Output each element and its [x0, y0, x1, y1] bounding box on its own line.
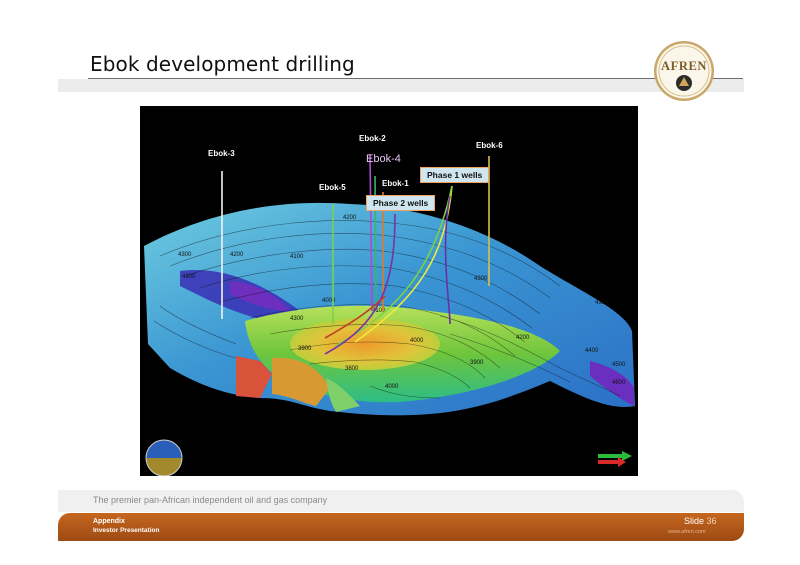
contour-label: 4000	[385, 384, 399, 390]
contour-label: 4000	[322, 298, 336, 304]
contour-label: 4300	[290, 316, 304, 322]
orientation-globe-icon	[145, 439, 183, 476]
website-url: www.afren.com	[668, 529, 706, 535]
contour-label: 4300	[182, 274, 196, 280]
contour-label: 4200	[516, 335, 530, 341]
footer-document: Investor Presentation	[93, 527, 160, 534]
slide-number-value: 36	[706, 516, 717, 526]
logo-text: AFREN	[660, 59, 708, 73]
contour-label: 4400	[585, 348, 599, 354]
axis-arrows-icon	[598, 451, 632, 467]
callout-phase-1-wells: Phase 1 wells	[420, 167, 490, 183]
contour-label: 4300	[474, 276, 488, 282]
well-label-ebok-3: Ebok-3	[208, 149, 235, 158]
callout-phase-2-wells: Phase 2 wells	[366, 195, 436, 211]
contour-label: 4600	[612, 380, 626, 386]
contour-label: 4000	[410, 338, 424, 344]
afren-logo: AFREN	[653, 40, 715, 102]
contour-label: 4200	[230, 252, 244, 258]
contour-label: 4300	[178, 252, 192, 258]
reservoir-map-figure: 4200 4200 4300 4100 4300 4000 4300 4100 …	[140, 106, 638, 476]
contour-label: 4500	[612, 362, 626, 368]
slide-label-text: Slide	[684, 516, 705, 526]
well-label-ebok-2: Ebok-2	[359, 134, 386, 143]
slide-number: Slide 36	[684, 516, 717, 526]
contour-label: 4200	[343, 215, 357, 221]
contour-label: 3800	[345, 366, 359, 372]
slide-title: Ebok development drilling	[90, 52, 355, 76]
footer-section: Appendix	[93, 518, 125, 525]
footer-bar	[58, 513, 744, 541]
contour-label: 4100	[290, 254, 304, 260]
well-label-ebok-1: Ebok-1	[382, 179, 409, 188]
well-label-ebok-6: Ebok-6	[476, 141, 503, 150]
slide: Ebok development drilling AFREN 4200 420…	[0, 0, 800, 565]
company-tagline: The premier pan-African independent oil …	[93, 495, 328, 505]
contour-label: 4300	[595, 300, 609, 306]
contour-label: 3900	[470, 360, 484, 366]
well-label-ebok-5: Ebok-5	[319, 183, 346, 192]
contour-label: 3900	[298, 346, 312, 352]
title-band	[58, 79, 744, 92]
well-label-ebok-4: Ebok-4	[366, 153, 401, 165]
